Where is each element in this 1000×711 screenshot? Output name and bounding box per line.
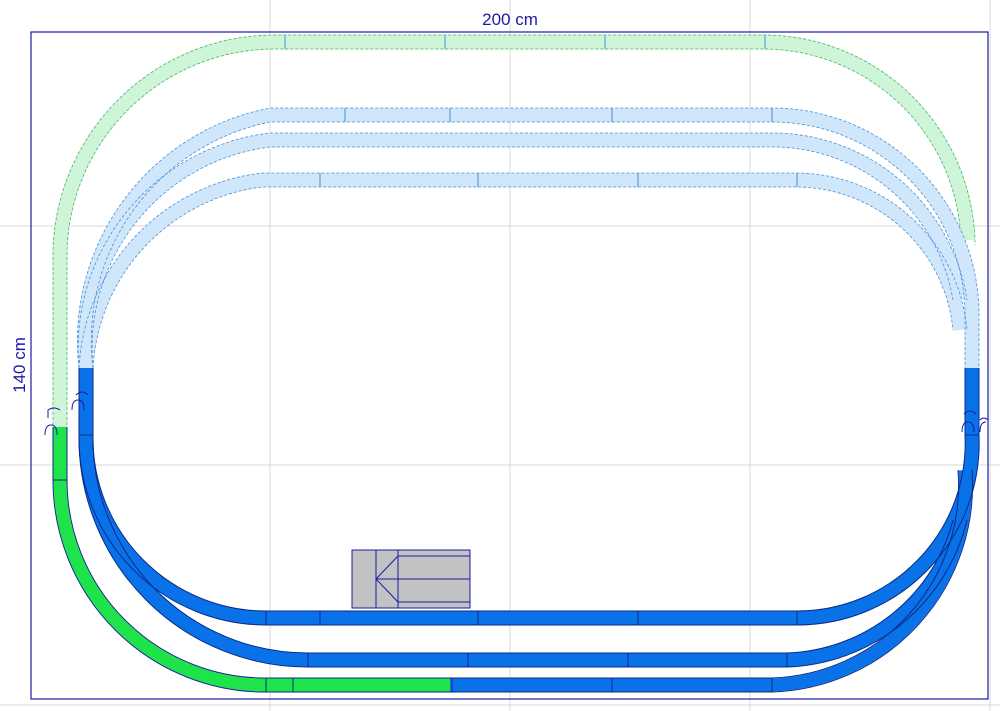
width-dimension-label: 200 cm: [482, 10, 538, 29]
building-block[interactable]: [351, 549, 471, 609]
ghost-inner-loops[interactable]: [77, 35, 980, 369]
uncoupler-markers[interactable]: [44, 391, 989, 436]
active-main-loops[interactable]: [53, 368, 980, 693]
ghost-outer-siding[interactable]: [52, 34, 976, 430]
height-dimension-label: 140 cm: [10, 337, 29, 393]
buffer-stop-icon: [979, 417, 989, 433]
track-layout-canvas: 200 cm 140 cm: [0, 0, 1000, 711]
